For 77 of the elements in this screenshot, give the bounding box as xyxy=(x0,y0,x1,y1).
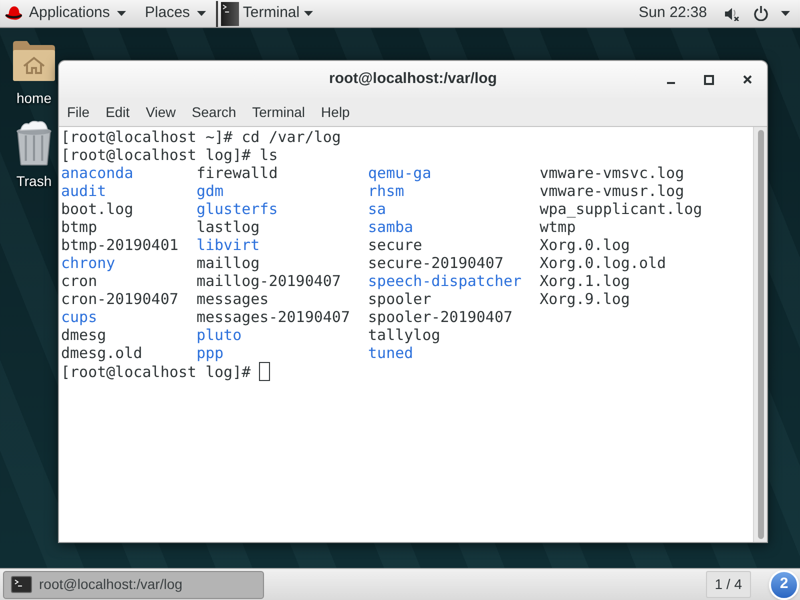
file-name: firewalld xyxy=(196,164,278,182)
file-name: maillog xyxy=(196,254,260,272)
app-menu[interactable]: Terminal xyxy=(218,0,321,27)
home-folder-shortcut[interactable]: home xyxy=(10,40,58,106)
file-name: Xorg.1.log xyxy=(540,272,630,290)
command-line: [root@localhost log]# ls xyxy=(61,146,278,164)
menu-item[interactable]: Search xyxy=(184,98,244,126)
close-icon xyxy=(742,75,752,84)
file-name: Xorg.0.log.old xyxy=(540,254,666,272)
file-name: messages xyxy=(196,290,269,308)
directory-name: sa xyxy=(368,200,386,218)
command-line: [root@localhost ~]# cd /var/log xyxy=(61,128,341,146)
maximize-icon xyxy=(704,74,714,84)
file-name: btmp-20190401 xyxy=(61,236,178,254)
minimize-icon xyxy=(667,82,675,84)
file-name: dmesg.old xyxy=(61,344,142,362)
directory-name: libvirt xyxy=(196,236,260,254)
directory-name: tuned xyxy=(368,344,414,362)
directory-name: rhsm xyxy=(368,182,404,200)
taskbar-window-button[interactable]: root@localhost:/var/log xyxy=(3,570,264,598)
power-icon[interactable] xyxy=(754,6,768,21)
directory-name: anaconda xyxy=(61,164,134,182)
menu-item[interactable]: Help xyxy=(313,98,358,126)
directory-name: glusterfs xyxy=(196,200,278,218)
file-name: secure-20190407 xyxy=(368,254,504,272)
trash-shortcut[interactable]: Trash xyxy=(10,120,58,189)
terminal-icon xyxy=(11,576,32,593)
clock[interactable]: Sun 22:38 xyxy=(638,0,707,27)
volume-muted-icon[interactable] xyxy=(725,6,739,20)
file-name: wpa_supplicant.log xyxy=(540,200,702,218)
directory-name: cups xyxy=(61,308,98,326)
file-name: Xorg.9.log xyxy=(540,290,630,308)
directory-name: gdm xyxy=(196,182,224,200)
caret-icon xyxy=(116,11,126,16)
applications-menu[interactable]: Applications xyxy=(0,0,134,27)
directory-name: pluto xyxy=(196,326,242,344)
file-name: Xorg.0.log xyxy=(540,236,630,254)
scrollbar[interactable] xyxy=(753,127,767,542)
notification-badge[interactable]: 2 xyxy=(769,570,799,600)
file-name: vmware-vmusr.log xyxy=(540,182,684,200)
caret-icon xyxy=(304,11,313,16)
menu-item[interactable]: Edit xyxy=(98,98,138,126)
trash-can-icon xyxy=(14,120,54,166)
home-folder-icon xyxy=(12,40,56,82)
file-name: lastlog xyxy=(196,218,260,236)
scrollbar-thumb[interactable] xyxy=(758,130,764,539)
directory-name: samba xyxy=(368,218,414,236)
directory-name: speech-dispatcher xyxy=(368,272,522,290)
terminal-icon xyxy=(220,2,239,26)
file-name: spooler-20190407 xyxy=(368,308,513,326)
file-name: vmware-vmsvc.log xyxy=(540,164,684,182)
directory-name: chrony xyxy=(61,254,116,272)
caret-icon[interactable] xyxy=(781,11,790,16)
directory-name: ppp xyxy=(196,344,224,362)
file-name: maillog-20190407 xyxy=(196,272,341,290)
cursor-icon xyxy=(258,362,270,381)
menu-item[interactable]: Terminal xyxy=(244,98,314,126)
directory-name: audit xyxy=(61,182,106,200)
file-name: cron xyxy=(61,272,98,290)
file-name: spooler xyxy=(368,290,432,308)
menu-item[interactable]: File xyxy=(59,98,98,126)
command-prompt: [root@localhost log]# xyxy=(61,362,251,380)
file-name: boot.log xyxy=(61,200,134,218)
hat-icon xyxy=(5,6,22,21)
window-title: root@localhost:/var/log xyxy=(329,69,497,90)
file-name: tallylog xyxy=(368,326,440,344)
file-name: cron-20190407 xyxy=(61,290,178,308)
places-menu[interactable]: Places xyxy=(134,0,214,27)
directory-name: qemu-ga xyxy=(368,164,432,182)
file-name: secure xyxy=(368,236,422,254)
menu-item[interactable]: View xyxy=(138,98,184,126)
file-name: wtmp xyxy=(540,218,576,236)
caret-icon xyxy=(196,11,206,16)
workspace-indicator[interactable]: 1 / 4 xyxy=(706,571,751,598)
file-name: btmp xyxy=(61,218,98,236)
file-name: dmesg xyxy=(61,326,106,344)
file-name: messages-20190407 xyxy=(196,308,350,326)
